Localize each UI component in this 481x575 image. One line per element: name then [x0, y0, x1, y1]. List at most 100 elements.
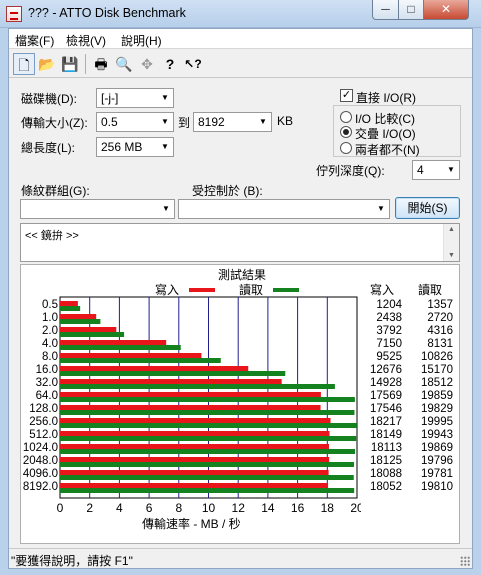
y-tick-label: 1024.0: [23, 442, 58, 454]
overlapped-io-radio[interactable]: [340, 126, 352, 138]
menu-bar: 檔案(F) 檢視(V) 說明(H): [9, 29, 472, 49]
menu-file[interactable]: 檔案(F): [15, 32, 54, 49]
read-column-header: 讀取: [418, 283, 443, 297]
help-icon[interactable]: ?: [159, 53, 181, 75]
total-length-label: 總長度(L):: [21, 141, 76, 155]
write-value: 18113: [370, 442, 402, 454]
save-icon[interactable]: 💾: [59, 53, 81, 75]
x-tick-label: 2: [86, 501, 93, 515]
description-text: << 鏡拚 >>: [25, 230, 79, 242]
write-value: 18125: [370, 455, 402, 467]
read-bar: [60, 397, 355, 402]
write-value: 18149: [370, 429, 402, 441]
drive-select[interactable]: [-j-] ▼: [96, 88, 174, 108]
y-tick-label: 1.0: [42, 312, 58, 324]
transfer-from-value: 0.5: [101, 115, 118, 129]
queue-depth-select[interactable]: 4 ▼: [412, 160, 460, 180]
print-icon[interactable]: 🖶: [90, 53, 112, 75]
write-bar: [60, 353, 202, 358]
io-compare-radio[interactable]: [340, 111, 352, 123]
write-value: 9525: [376, 351, 402, 363]
drive-value: [-j-]: [101, 91, 119, 105]
transfer-to-select[interactable]: 8192 ▼: [193, 112, 272, 132]
read-bar: [60, 410, 355, 415]
chevron-down-icon: ▼: [161, 117, 169, 126]
toolbar-separator: [85, 54, 86, 74]
toolbar: 🗋 📂 💾 🖶 🔍 ✥ ? ↖?: [9, 50, 472, 78]
transfer-from-select[interactable]: 0.5 ▼: [96, 112, 174, 132]
write-value: 7150: [376, 338, 402, 350]
write-bar: [60, 418, 331, 423]
read-bar: [60, 488, 355, 493]
resize-grip[interactable]: [460, 556, 470, 566]
x-tick-label: 16: [291, 501, 305, 515]
y-tick-label: 8192.0: [23, 481, 58, 493]
main-window: 檔案(F) 檢視(V) 說明(H) 🗋 📂 💾 🖶 🔍 ✥ ? ↖? 磁碟機(D…: [8, 28, 473, 569]
context-help-icon[interactable]: ↖?: [182, 53, 204, 75]
description-scrollbar[interactable]: ▲ ▼: [443, 224, 459, 261]
write-bar: [60, 483, 329, 488]
write-bar: [60, 366, 249, 371]
read-bar: [60, 345, 181, 350]
read-value: 4316: [427, 325, 453, 337]
read-value: 19995: [421, 416, 453, 428]
controlled-by-select[interactable]: ▼: [178, 199, 390, 219]
y-tick-label: 64.0: [36, 390, 58, 402]
chevron-down-icon: ▼: [161, 142, 169, 151]
chevron-down-icon: ▼: [377, 204, 385, 213]
scroll-up-icon[interactable]: ▲: [448, 226, 455, 233]
close-button[interactable]: ✕: [423, 0, 469, 20]
y-tick-label: 256.0: [29, 416, 58, 428]
neither-label: 兩者都不(N): [355, 143, 420, 157]
x-tick-label: 12: [232, 501, 246, 515]
x-tick-label: 10: [202, 501, 216, 515]
y-tick-label: 4096.0: [23, 468, 58, 480]
write-value: 17546: [370, 403, 402, 415]
x-tick-label: 8: [175, 501, 182, 515]
write-value: 12676: [370, 364, 402, 376]
direct-io-checkbox[interactable]: ✓: [340, 89, 353, 102]
menu-help[interactable]: 說明(H): [121, 32, 162, 49]
x-axis-label: 傳輸速率 - MB / 秒: [142, 517, 241, 531]
total-length-select[interactable]: 256 MB ▼: [96, 137, 174, 157]
start-button[interactable]: 開始(S): [395, 197, 460, 219]
x-tick-label: 14: [261, 501, 275, 515]
scroll-down-icon[interactable]: ▼: [448, 252, 455, 259]
minimize-button[interactable]: ─: [372, 0, 399, 20]
write-value: 3792: [376, 325, 402, 337]
y-tick-label: 128.0: [29, 403, 58, 415]
description-textarea[interactable]: << 鏡拚 >> ▲ ▼: [20, 223, 460, 262]
read-value: 19796: [421, 455, 453, 467]
read-bar: [60, 358, 221, 363]
open-folder-icon[interactable]: 📂: [36, 53, 58, 75]
neither-radio[interactable]: [340, 142, 352, 154]
read-value: 15170: [421, 364, 453, 376]
write-bar: [60, 405, 321, 410]
y-tick-label: 16.0: [36, 364, 58, 376]
read-value: 19810: [421, 481, 453, 493]
write-column-header: 寫入: [370, 283, 395, 297]
status-text: "要獲得說明，請按 F1": [11, 554, 133, 568]
read-value: 8131: [427, 338, 453, 350]
stripe-group-select[interactable]: ▼: [20, 199, 175, 219]
legend-read-swatch: [273, 288, 299, 292]
write-bar: [60, 301, 78, 306]
total-length-value: 256 MB: [101, 140, 143, 154]
x-tick-label: 18: [321, 501, 335, 515]
move-icon[interactable]: ✥: [136, 53, 158, 75]
print-preview-icon[interactable]: 🔍: [113, 53, 135, 75]
y-tick-label: 32.0: [36, 377, 58, 389]
maximize-button[interactable]: □: [398, 0, 424, 20]
transfer-to-value: 8192: [198, 115, 225, 129]
write-bar: [60, 314, 97, 319]
read-bar: [60, 332, 125, 337]
window-title: ??? - ATTO Disk Benchmark: [28, 6, 186, 20]
chevron-down-icon: ▼: [259, 117, 267, 126]
menu-view[interactable]: 檢視(V): [66, 32, 106, 49]
read-bar: [60, 306, 81, 311]
write-bar: [60, 457, 330, 462]
y-tick-label: 2.0: [42, 325, 58, 337]
new-document-icon[interactable]: 🗋: [13, 53, 35, 75]
write-value: 1204: [376, 299, 402, 311]
read-bar: [60, 423, 357, 428]
